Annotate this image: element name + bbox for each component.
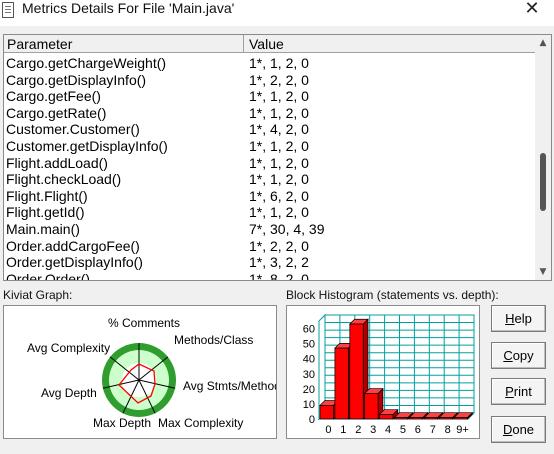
table-row[interactable]: Cargo.getChargeWeight() 1*, 1, 2, 0 [4, 55, 535, 72]
histogram-y-tick-label: 0 [309, 414, 315, 426]
value-cell: 1*, 1, 2, 0 [249, 88, 309, 105]
parameter-cell: Flight.getId() [6, 204, 85, 221]
histogram-bar [349, 323, 364, 420]
vertical-scrollbar[interactable]: ▲ ▼ [535, 35, 551, 280]
table-row[interactable]: Cargo.getDisplayInfo() 1*, 2, 2, 0 [4, 72, 535, 89]
table-row[interactable]: Flight.Flight() 1*, 6, 2, 0 [4, 188, 535, 205]
histogram-x-tick-label: 0 [325, 424, 331, 436]
value-cell: 1*, 2, 2, 0 [249, 71, 309, 88]
histogram-y-tick-label: 60 [303, 324, 315, 336]
value-cell: 1*, 8, 2, 0 [249, 270, 309, 281]
value-cell: 1*, 1, 2, 0 [249, 204, 309, 221]
list-header: Parameter Value [4, 35, 535, 53]
histogram-y-tick-label: 40 [303, 354, 315, 366]
histogram-x-tick-label: 4 [385, 424, 391, 436]
parameter-cell: Customer.getDisplayInfo() [6, 137, 168, 154]
done-button[interactable]: Done [491, 416, 546, 443]
parameter-cell: Order.Order() [6, 270, 91, 281]
kiviat-axis-label-avg-depth: Avg Depth [41, 386, 97, 400]
scroll-up-arrow-icon[interactable]: ▲ [535, 35, 551, 51]
histogram-y-tick-label: 20 [303, 384, 315, 396]
histogram-x-tick-label: 5 [400, 424, 406, 436]
histogram-label: Block Histogram (statements vs. depth): [286, 288, 499, 302]
histogram-bar [334, 347, 349, 420]
histogram-x-tick-label: 8 [445, 424, 451, 436]
histogram-y-tick-label: 50 [303, 339, 315, 351]
histogram-x-tick-label: 1 [340, 424, 346, 436]
kiviat-graph: % Comments Methods/Class Avg Stmts/Metho… [27, 316, 281, 430]
histogram-x-tick-label: 9+ [456, 424, 469, 436]
value-cell: 1*, 1, 2, 0 [249, 171, 309, 188]
table-row[interactable]: Cargo.getRate() 1*, 1, 2, 0 [4, 105, 535, 122]
kiviat-axis-label-max-depth: Max Depth [93, 416, 151, 430]
table-row[interactable]: Flight.checkLoad() 1*, 1, 2, 0 [4, 171, 535, 188]
histogram-bar [423, 417, 439, 420]
parameter-cell: Flight.checkLoad() [6, 171, 122, 188]
window-title: Metrics Details For File 'Main.java' [22, 0, 235, 16]
histogram-x-tick-label: 3 [370, 424, 376, 436]
print-button[interactable]: Print [491, 378, 546, 405]
kiviat-graph-panel: % Comments Methods/Class Avg Stmts/Metho… [3, 305, 281, 439]
value-cell: 1*, 1, 2, 0 [249, 154, 309, 171]
parameter-cell: Order.addCargoFee() [6, 237, 140, 254]
table-row[interactable]: Order.addCargoFee() 1*, 2, 2, 0 [4, 238, 535, 255]
block-histogram: 01020304050600 1 2 3 4 5 6 7 8 9+ [303, 313, 476, 436]
value-cell: 1*, 1, 2, 0 [249, 104, 309, 121]
parameter-cell: Main.main() [6, 220, 80, 237]
histogram-bar [394, 417, 409, 420]
parameter-cell: Flight.addLoad() [6, 154, 108, 171]
histogram-bar [438, 417, 453, 420]
document-icon [2, 2, 14, 18]
table-row[interactable]: Customer.Customer() 1*, 4, 2, 0 [4, 121, 535, 138]
value-cell: 1*, 4, 2, 0 [249, 121, 309, 138]
value-cell: 1*, 2, 2, 0 [249, 237, 309, 254]
histogram-x-tick-label: 2 [355, 424, 361, 436]
scroll-thumb[interactable] [540, 153, 546, 211]
kiviat-axis-label-comments: % Comments [108, 316, 180, 330]
kiviat-axis-label-avg-stmts: Avg Stmts/Method [183, 379, 276, 393]
parameter-cell: Cargo.getRate() [6, 104, 107, 121]
histogram-x-tick-label: 6 [415, 424, 421, 436]
title-bar: Metrics Details For File 'Main.java' ✕ [0, 0, 554, 26]
table-row[interactable]: Customer.getDisplayInfo() 1*, 1, 2, 0 [4, 138, 535, 155]
parameter-cell: Cargo.getFee() [6, 88, 101, 105]
histogram-y-tick-label: 30 [303, 369, 315, 381]
table-row[interactable]: Order.getDisplayInfo() 1*, 3, 2, 2 [4, 254, 535, 271]
value-cell: 1*, 3, 2, 2 [249, 254, 309, 271]
histogram-panel: 0 10 20 30 40 50 60 0 1 2 3 4 5 6 7 8 9+ [286, 305, 480, 439]
column-header-value[interactable]: Value [244, 35, 535, 53]
close-button[interactable]: ✕ [520, 0, 544, 20]
metrics-list[interactable]: Parameter Value Cargo.getChargeWeight() 1… [3, 34, 552, 281]
table-row[interactable]: Flight.getId() 1*, 1, 2, 0 [4, 204, 535, 221]
copy-button[interactable]: Copy [491, 342, 546, 369]
kiviat-axis-label-methods-class: Methods/Class [174, 333, 253, 347]
kiviat-axis-label-max-complexity: Max Complexity [158, 416, 243, 430]
table-row[interactable]: Cargo.getFee() 1*, 1, 2, 0 [4, 88, 535, 105]
value-cell: 1*, 1, 2, 0 [249, 137, 309, 154]
histogram-bar [319, 405, 334, 420]
histogram-x-tick-label: 7 [430, 424, 436, 436]
parameter-cell: Order.getDisplayInfo() [6, 254, 143, 271]
help-button[interactable]: Help [491, 305, 546, 332]
histogram-bar [379, 414, 394, 420]
kiviat-graph-label: Kiviat Graph: [3, 288, 73, 302]
parameter-cell: Flight.Flight() [6, 187, 88, 204]
value-cell: 1*, 1, 2, 0 [249, 55, 309, 71]
histogram-bar [453, 417, 468, 420]
table-row[interactable]: Order.Order() 1*, 8, 2, 0 [4, 270, 535, 281]
histogram-bar [409, 417, 424, 420]
parameter-cell: Cargo.getChargeWeight() [6, 55, 167, 71]
list-rows: Cargo.getChargeWeight() 1*, 1, 2, 0 Cargo.… [4, 55, 535, 281]
table-row[interactable]: Flight.addLoad() 1*, 1, 2, 0 [4, 155, 535, 172]
histogram-bar [364, 393, 379, 420]
value-cell: 1*, 6, 2, 0 [249, 187, 309, 204]
column-header-parameter[interactable]: Parameter [4, 35, 244, 53]
table-row[interactable]: Main.main() 7*, 30, 4, 39 [4, 221, 535, 238]
kiviat-axis-label-avg-complexity: Avg Complexity [27, 341, 110, 355]
parameter-cell: Customer.Customer() [6, 121, 140, 138]
value-cell: 7*, 30, 4, 39 [249, 220, 325, 237]
histogram-y-tick-label: 10 [303, 399, 315, 411]
scroll-down-arrow-icon[interactable]: ▼ [535, 264, 551, 280]
parameter-cell: Cargo.getDisplayInfo() [6, 71, 147, 88]
